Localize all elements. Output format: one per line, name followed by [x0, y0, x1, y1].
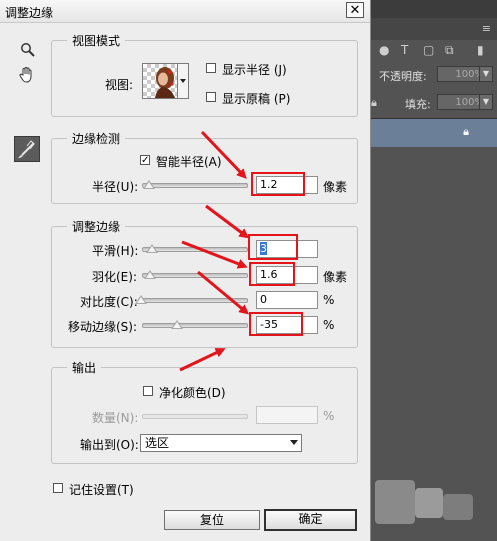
- layer-filter-row: ● T ▢ ⧉ ▮: [365, 40, 497, 62]
- fill-row: 🔒︎ 填充: 100% ▼: [365, 90, 497, 116]
- blurred-watermark-2: [415, 488, 443, 518]
- fill-label: 填充:: [405, 98, 431, 111]
- opacity-row: 不透明度: 100% ▼: [365, 62, 497, 88]
- blurred-watermark: [375, 480, 415, 524]
- opacity-dropdown[interactable]: ▼: [479, 66, 493, 82]
- filter-type-icon[interactable]: T: [401, 43, 408, 57]
- fill-dropdown[interactable]: ▼: [479, 94, 493, 110]
- lock-icon[interactable]: 🔒︎: [371, 96, 377, 110]
- annotation-arrows: [179, 130, 250, 372]
- opacity-label: 不透明度:: [379, 70, 427, 83]
- filter-pixel-icon[interactable]: ●: [379, 43, 389, 57]
- layers-panel-background: ≡ ● T ▢ ⧉ ▮ 不透明度: 100% ▼ 🔒︎ 填充: 100% ▼ 🔒…: [365, 0, 497, 541]
- layer-lock-icon: 🔒︎: [463, 125, 469, 138]
- filter-toggle-icon[interactable]: ▮: [477, 43, 484, 57]
- arrow-to-radius: [200, 130, 247, 179]
- filter-smartobject-icon[interactable]: ⧉: [445, 43, 454, 58]
- arrow-to-feather: [181, 240, 248, 269]
- panel-top-strip: [365, 0, 497, 18]
- refine-edge-dialog: 调整边缘 ✕ 视图模式 视图: 显示半径 (J) 显示原稿 (P) 边缘检测 ✓…: [0, 0, 371, 541]
- arrow-to-shift-edge-2: [179, 348, 226, 372]
- filter-shape-icon[interactable]: ▢: [423, 43, 434, 57]
- layer-row-selected[interactable]: 🔒︎: [365, 118, 497, 147]
- panel-tab-row: ≡: [365, 18, 497, 41]
- blurred-watermark-3: [443, 494, 473, 520]
- panel-menu-icon[interactable]: ≡: [482, 22, 491, 35]
- arrow-to-shift-edge: [197, 270, 250, 315]
- arrow-to-smooth: [205, 204, 250, 239]
